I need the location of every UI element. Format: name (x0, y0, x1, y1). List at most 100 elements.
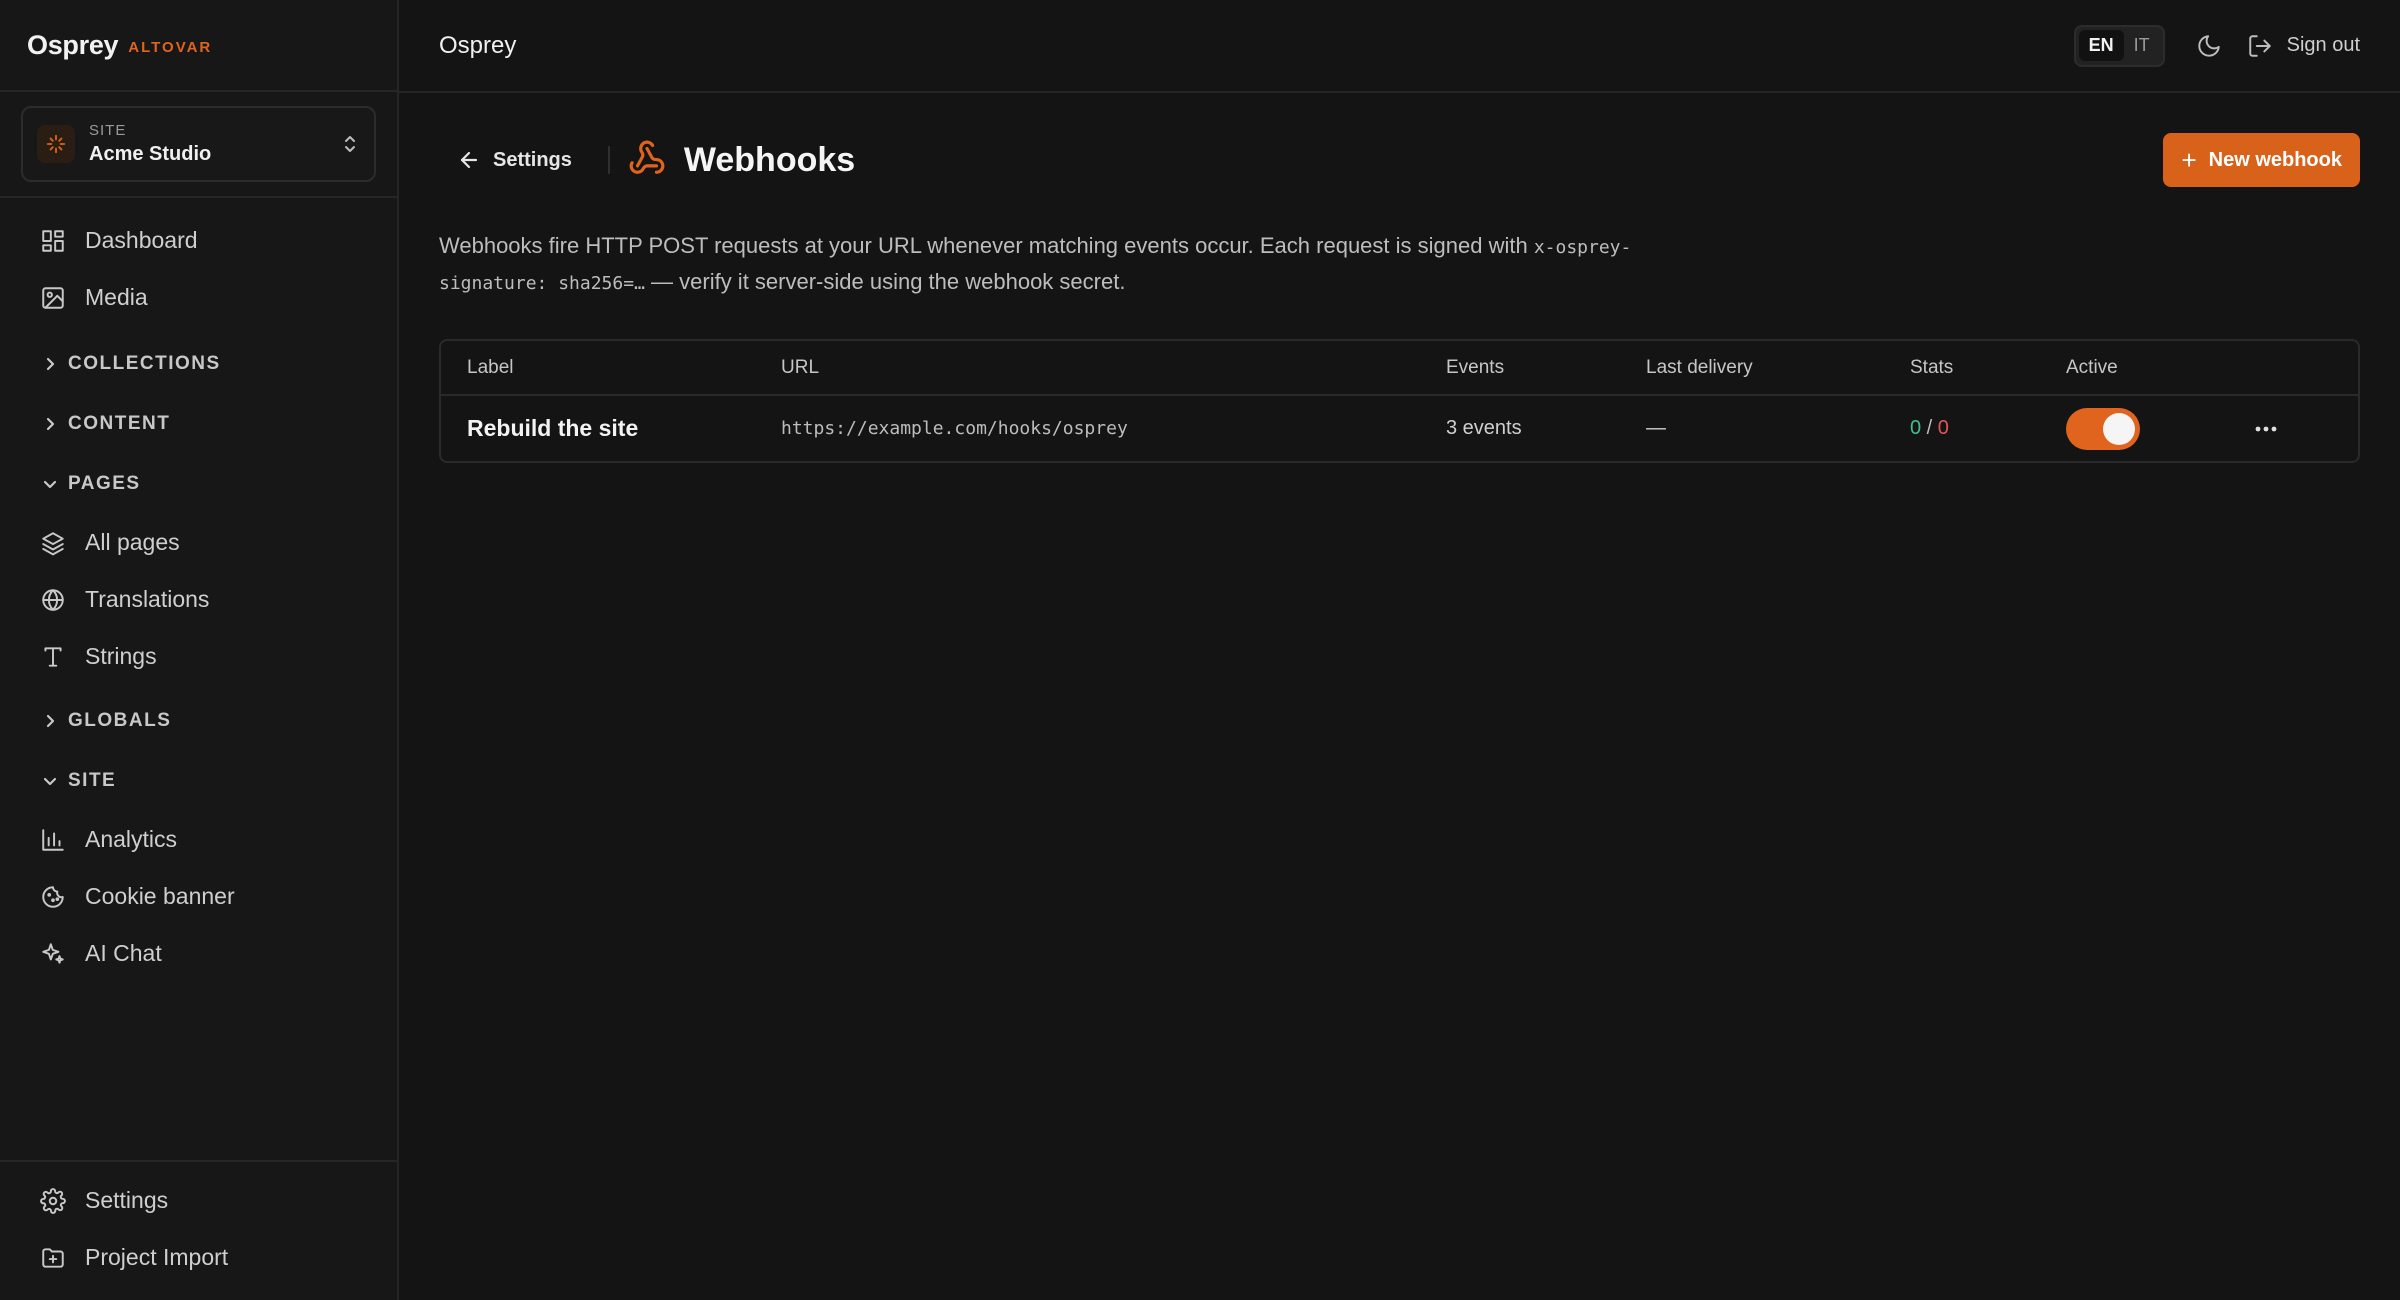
more-horizontal-icon (2255, 426, 2277, 431)
cookie-icon (40, 884, 66, 910)
back-link-label: Settings (493, 148, 572, 171)
webhook-icon (628, 139, 666, 182)
col-url: URL (781, 341, 1446, 396)
new-webhook-label: New webhook (2208, 148, 2342, 171)
site-caption: SITE (89, 122, 127, 139)
header-divider (607, 146, 610, 174)
webhook-label: Rebuild the site (467, 415, 639, 441)
chevron-right-icon (42, 416, 58, 432)
globe-icon (40, 587, 66, 613)
sidebar-item-label: Translations (85, 586, 210, 612)
folder-import-icon (40, 1245, 66, 1271)
text-icon (40, 644, 66, 670)
chevron-down-icon (42, 476, 58, 492)
group-label: GLOBALS (68, 710, 172, 731)
table-row[interactable]: Rebuild the site https://example.com/hoo… (441, 395, 2358, 461)
stats-failed: 0 (1937, 417, 1949, 439)
sidebar-item-all-pages[interactable]: All pages (0, 514, 397, 571)
lang-it-button[interactable]: IT (2124, 30, 2160, 61)
sidebar-item-label: All pages (85, 529, 180, 555)
main-area: Osprey EN IT Sign out Settings Webhooks … (399, 0, 2400, 1300)
sidebar-item-ai-chat[interactable]: AI Chat (0, 925, 397, 982)
group-pages[interactable]: PAGES (0, 454, 397, 514)
new-webhook-button[interactable]: + New webhook (2163, 133, 2360, 187)
more-actions-button[interactable] (2246, 409, 2286, 449)
brand-org: ALTOVAR (128, 38, 213, 56)
site-name: Acme Studio (89, 143, 212, 165)
group-label: CONTENT (68, 413, 171, 434)
bar-chart-icon (40, 827, 66, 853)
active-toggle[interactable] (2066, 407, 2140, 450)
page-title: Webhooks (683, 140, 856, 179)
group-site[interactable]: SITE (0, 751, 397, 811)
site-switcher-text: SITE Acme Studio (89, 122, 340, 166)
sidebar-item-label: Project Import (85, 1244, 229, 1270)
app-root: Osprey ALTOVAR SITE Acme Studio Dashboar… (0, 0, 2400, 1300)
chevron-down-icon (42, 773, 58, 789)
table-header-row: Label URL Events Last delivery Stats Act… (441, 341, 2358, 396)
chevron-right-icon (42, 713, 58, 729)
lang-en-button[interactable]: EN (2078, 30, 2124, 61)
webhook-active-cell (2066, 395, 2246, 461)
col-actions (2246, 341, 2358, 396)
sidebar-item-translations[interactable]: Translations (0, 571, 397, 628)
sidebar-item-media[interactable]: Media (0, 269, 397, 326)
topbar-title: Osprey (439, 31, 517, 59)
group-collections[interactable]: COLLECTIONS (0, 334, 397, 394)
toggle-knob (2103, 412, 2135, 445)
description-text-end: — verify it server-side using the webhoo… (644, 269, 1126, 294)
col-last-delivery: Last delivery (1646, 341, 1910, 396)
sidebar-item-label: Strings (85, 643, 157, 669)
sidebar-item-label: AI Chat (85, 940, 162, 966)
webhook-last-delivery: — (1646, 417, 1666, 439)
sidebar-item-label: Dashboard (85, 227, 198, 253)
sidebar-item-strings[interactable]: Strings (0, 628, 397, 685)
sidebar-footer: Settings Project Import (0, 1160, 397, 1300)
sign-out-label: Sign out (2286, 34, 2360, 56)
webhook-url: https://example.com/hooks/osprey (781, 418, 1128, 439)
col-events: Events (1446, 341, 1646, 396)
sign-out-button[interactable]: Sign out (2247, 33, 2360, 59)
sidebar-item-project-import[interactable]: Project Import (0, 1229, 397, 1286)
site-switcher[interactable]: SITE Acme Studio (21, 106, 376, 182)
sidebar-item-label: Analytics (85, 826, 178, 852)
group-globals[interactable]: GLOBALS (0, 691, 397, 751)
group-label: COLLECTIONS (68, 353, 221, 374)
chevron-up-down-icon (345, 136, 355, 152)
chevron-right-icon (42, 356, 58, 372)
webhooks-table: Label URL Events Last delivery Stats Act… (439, 339, 2360, 463)
stats-success: 0 (1910, 417, 1922, 439)
brand: Osprey ALTOVAR (0, 0, 397, 92)
col-active: Active (2066, 341, 2246, 396)
sidebar: Osprey ALTOVAR SITE Acme Studio Dashboar… (0, 0, 399, 1300)
group-label: PAGES (68, 473, 141, 494)
description-text: Webhooks fire HTTP POST requests at your… (439, 233, 1534, 258)
dashboard-icon (40, 228, 66, 254)
sidebar-item-label: Cookie banner (85, 883, 235, 909)
sidebar-item-label: Settings (85, 1187, 169, 1213)
sidebar-item-dashboard[interactable]: Dashboard (0, 212, 397, 269)
sidebar-item-cookie-banner[interactable]: Cookie banner (0, 868, 397, 925)
arrow-left-icon (460, 151, 478, 169)
stats-separator: / (1921, 417, 1938, 439)
page-content: Settings Webhooks + New webhook Webhooks… (399, 93, 2400, 463)
sidebar-item-label: Media (85, 284, 148, 310)
col-stats: Stats (1910, 341, 2066, 396)
image-icon (40, 285, 66, 311)
theme-toggle-button[interactable] (2187, 24, 2231, 68)
sidebar-nav: Dashboard Media COLLECTIONS CONTENT PAGE… (0, 198, 397, 982)
page-header: Settings Webhooks + New webhook (439, 93, 2360, 227)
webhook-stats: 0 / 0 (1910, 395, 2066, 461)
logout-icon (2248, 34, 2271, 57)
layers-icon (40, 530, 66, 556)
site-logo-icon (37, 125, 75, 163)
group-label: SITE (68, 770, 117, 791)
back-to-settings-link[interactable]: Settings (439, 135, 590, 185)
gear-icon (40, 1187, 66, 1214)
col-label: Label (441, 341, 781, 396)
language-toggle: EN IT (2073, 24, 2165, 67)
sidebar-item-analytics[interactable]: Analytics (0, 811, 397, 868)
group-content[interactable]: CONTENT (0, 394, 397, 454)
webhook-events: 3 events (1446, 417, 1522, 439)
sidebar-item-settings[interactable]: Settings (0, 1172, 397, 1229)
